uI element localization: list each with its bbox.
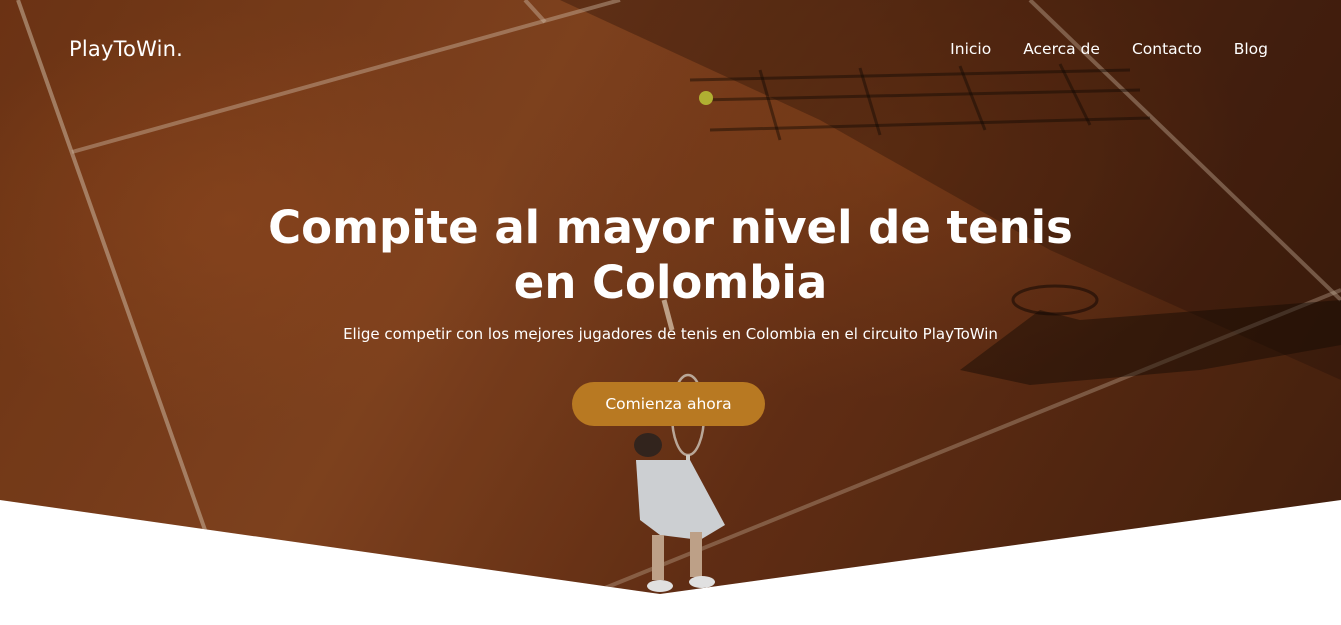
nav-item-blog[interactable]: Blog [1234, 40, 1268, 58]
hero-subtitle: Elige competir con los mejores jugadores… [343, 325, 998, 343]
main-nav: Inicio Acerca de Contacto Blog [950, 40, 1268, 58]
brand-logo[interactable]: PlayToWin. [69, 37, 183, 61]
hero-overlay [0, 0, 1341, 594]
cta-button-comienza-ahora[interactable]: Comienza ahora [572, 382, 765, 426]
nav-item-contacto[interactable]: Contacto [1132, 40, 1202, 58]
nav-item-acerca-de[interactable]: Acerca de [1023, 40, 1100, 58]
hero-headline: Compite al mayor nivel de tenis en Colom… [0, 200, 1341, 310]
hero-background-image [0, 0, 1341, 594]
nav-item-inicio[interactable]: Inicio [950, 40, 991, 58]
hero-section: PlayToWin. Inicio Acerca de Contacto Blo… [0, 0, 1341, 625]
hero-headline-line2: en Colombia [513, 256, 828, 309]
tennis-court-illustration [0, 0, 1341, 594]
hero-headline-line1: Compite al mayor nivel de tenis [268, 201, 1073, 254]
